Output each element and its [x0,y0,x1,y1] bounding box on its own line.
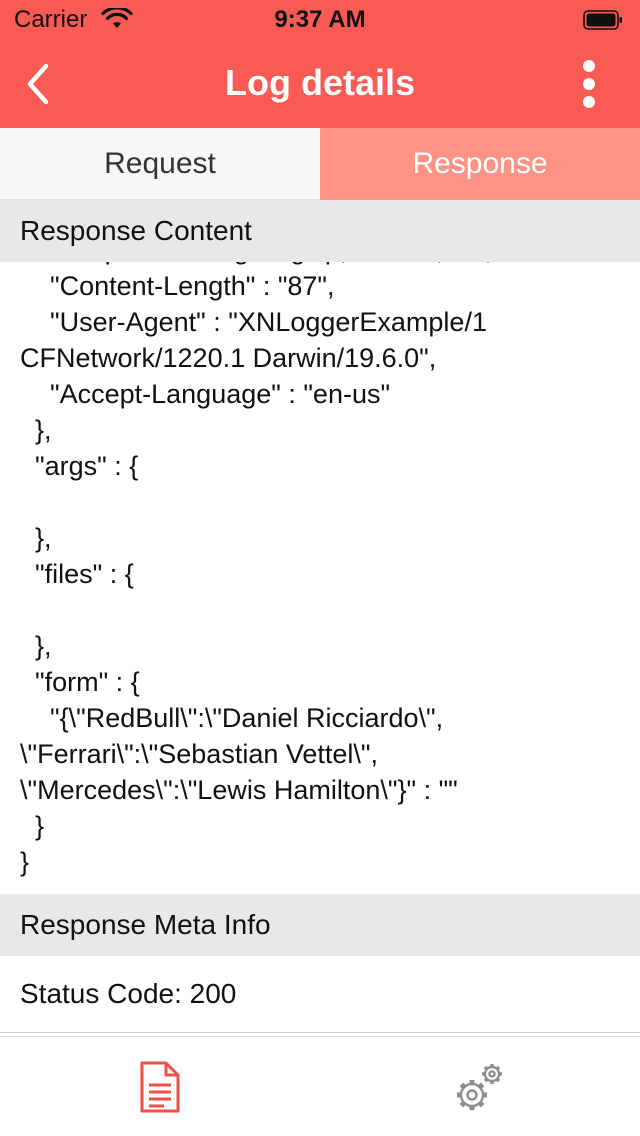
log-document-icon[interactable] [138,1061,182,1113]
navigation-bar: Log details [0,40,640,128]
more-options-icon[interactable] [574,60,604,110]
tab-request[interactable]: Request [0,128,320,200]
clock: 9:37 AM [274,6,366,33]
divider [0,1032,640,1033]
tab-bar [0,1037,640,1136]
response-meta-header: Response Meta Info [0,894,640,956]
status-code-row: Status Code: 200 [20,978,237,1009]
response-body-text: "Accept-Encoding" : "gzip, deflate, br",… [20,262,492,877]
tab-response[interactable]: Response [320,128,640,200]
status-bar: Carrier 9:37 AM [0,0,640,40]
settings-gears-icon[interactable] [452,1059,508,1115]
response-content-scroll[interactable]: "Accept-Encoding" : "gzip, deflate, br",… [0,262,640,894]
response-content-header: Response Content [0,200,640,262]
battery-icon [583,10,622,30]
request-response-tabs: Request Response [0,128,640,200]
page-title: Log details [224,62,416,103]
